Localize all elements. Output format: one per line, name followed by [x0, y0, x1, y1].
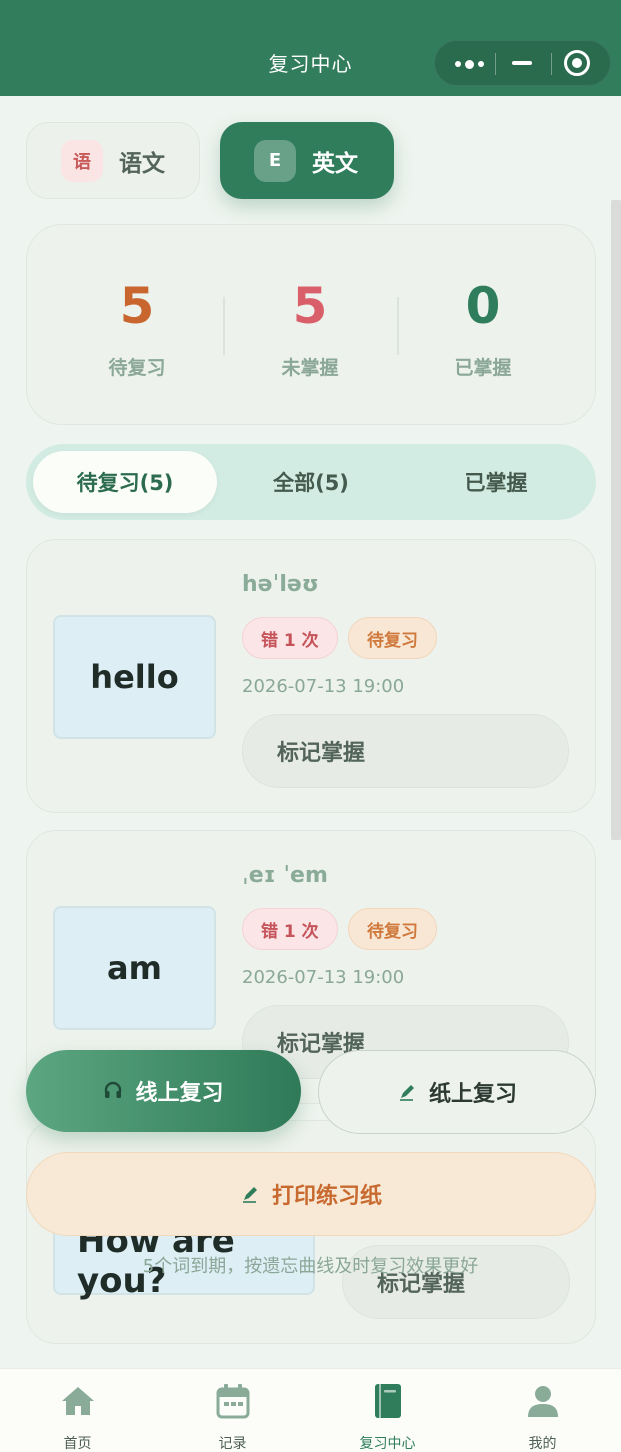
language-tab-english[interactable]: E 英文: [220, 122, 394, 199]
tab-label: 记录: [218, 1436, 247, 1452]
status-badge: 待复习: [348, 908, 437, 950]
tab-label: 我的: [528, 1436, 557, 1452]
mark-mastered-button[interactable]: 标记掌握: [242, 714, 569, 788]
stat-mastered-value: 0: [465, 277, 501, 335]
header-bar: 复习中心: [0, 0, 621, 96]
card-date: 2026-07-13 19:00: [242, 676, 405, 697]
home-icon: [61, 1387, 94, 1415]
language-tab-label: 英文: [312, 150, 358, 177]
pencil-icon: [399, 1085, 414, 1101]
scrollbar[interactable]: [611, 200, 621, 840]
card-date: 2026-07-13 19:00: [242, 967, 405, 988]
filter-tab-mastered[interactable]: 已掌握: [404, 451, 588, 513]
language-tab-chinese[interactable]: 语 语文: [26, 122, 200, 199]
print-sheet-label: 打印练习纸: [271, 1184, 382, 1209]
filter-tab-pending[interactable]: 待复习(5): [33, 451, 217, 513]
more-dots-icon[interactable]: [451, 54, 487, 74]
stat-not-mastered-value: 5: [292, 277, 328, 335]
word-phonetic: ˌeɪ ˈem: [242, 863, 328, 888]
stat-not-mastered-label: 未掌握: [281, 357, 339, 379]
word-card: hello həˈləʊ 错 1 次 待复习 2026-07-13 19:00 …: [26, 539, 596, 813]
bottom-tab-bar: 首页 记录 复习中心 我的: [0, 1368, 621, 1452]
stat-not-mastered: 5 未掌握: [215, 275, 405, 380]
status-badge: 待复习: [348, 617, 437, 659]
tab-home[interactable]: 首页: [0, 1381, 155, 1452]
tab-records[interactable]: 记录: [155, 1381, 310, 1452]
stat-mastered-label: 已掌握: [454, 357, 512, 379]
error-count-badge: 错 1 次: [242, 908, 338, 950]
filter-tabs: 待复习(5) 全部(5) 已掌握: [26, 444, 596, 520]
user-icon: [527, 1386, 558, 1417]
review-hint: 5个词到期，按遗忘曲线及时复习效果更好: [142, 1256, 479, 1277]
pencil-icon: [242, 1187, 257, 1203]
word-text[interactable]: hello: [53, 615, 216, 739]
online-review-button[interactable]: 线上复习: [26, 1050, 301, 1132]
language-tab-label: 语文: [119, 150, 165, 177]
paper-review-button[interactable]: 纸上复习: [318, 1050, 596, 1134]
target-close-icon[interactable]: [564, 50, 590, 76]
tab-mine[interactable]: 我的: [465, 1381, 620, 1452]
print-sheet-button[interactable]: 打印练习纸: [26, 1152, 596, 1236]
word-phonetic: həˈləʊ: [242, 572, 319, 597]
stat-pending-label: 待复习: [108, 357, 166, 379]
tab-label: 复习中心: [359, 1436, 416, 1452]
chinese-badge-icon: 语: [61, 139, 103, 182]
headphones-icon: [105, 1081, 122, 1098]
tab-review-center[interactable]: 复习中心: [310, 1381, 465, 1452]
calendar-icon: [216, 1384, 249, 1419]
online-review-label: 线上复习: [135, 1081, 224, 1106]
minimize-icon[interactable]: [512, 61, 532, 65]
stat-pending: 5 待复习: [42, 275, 232, 380]
filter-tab-all[interactable]: 全部(5): [219, 451, 403, 513]
english-badge-icon: E: [254, 139, 296, 182]
tab-label: 首页: [63, 1436, 92, 1452]
book-icon: [374, 1384, 401, 1418]
stats-card: 5 待复习 5 未掌握 0 已掌握: [26, 224, 596, 425]
error-count-badge: 错 1 次: [242, 617, 338, 659]
paper-review-label: 纸上复习: [428, 1082, 517, 1107]
word-text[interactable]: am: [53, 906, 216, 1030]
stat-mastered: 0 已掌握: [388, 275, 578, 380]
stat-pending-value: 5: [119, 277, 155, 335]
